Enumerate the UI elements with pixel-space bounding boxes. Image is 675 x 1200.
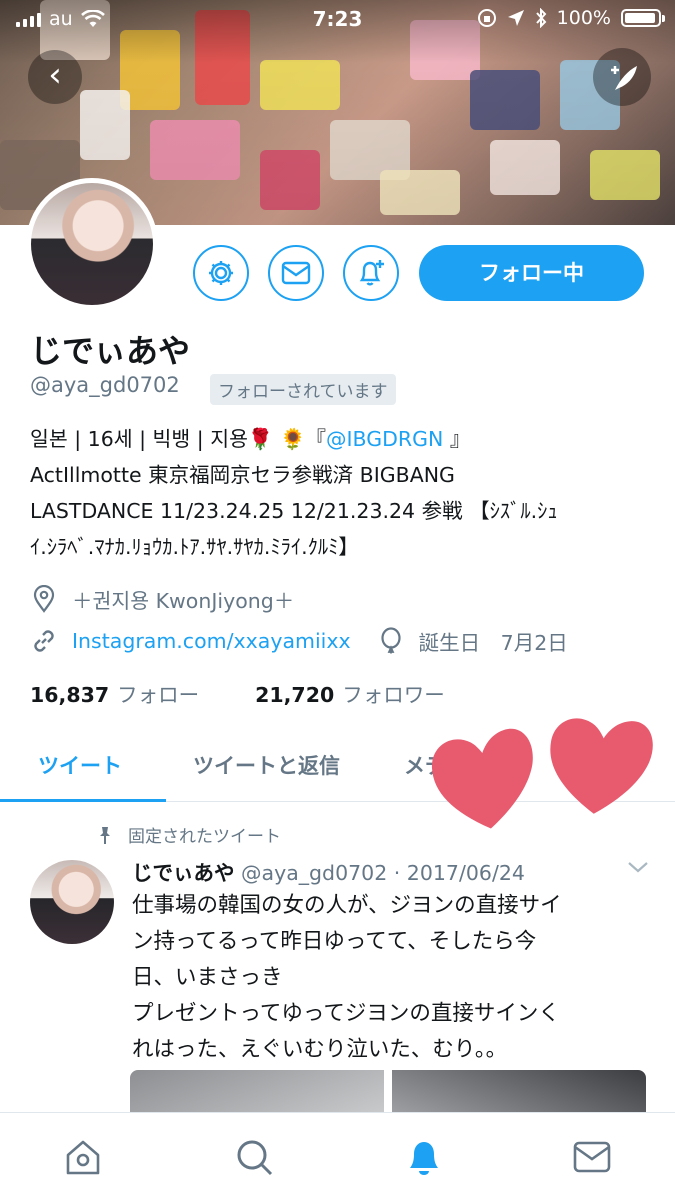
bio-line: LASTDANCE 11/23.24.25 12/21.23.24 参戦 【ｼｽ… (30, 499, 558, 523)
tweet-author-name[interactable]: じでぃあや (132, 861, 235, 885)
tweet-media-image[interactable] (130, 1070, 384, 1114)
bell-plus-icon (359, 260, 384, 286)
chevron-down-icon[interactable] (627, 860, 649, 874)
tab-tweets[interactable]: ツイート (38, 750, 122, 780)
follow-counts: 16,837 フォロー 21,720 フォロワー (30, 678, 445, 708)
bluetooth-icon (535, 8, 547, 28)
pinned-label: 固定されたツイート (96, 822, 281, 847)
status-bar: au 7:23 100% (0, 0, 675, 38)
heart-sticker (550, 718, 653, 814)
battery-icon (621, 9, 665, 27)
orientation-lock-icon (477, 9, 496, 27)
location-pin-icon (30, 585, 58, 613)
message-button[interactable] (268, 245, 324, 301)
home-icon (66, 1140, 100, 1175)
balloon-icon (377, 627, 405, 655)
tweet-author-avatar[interactable] (30, 860, 114, 944)
follows-you-badge: フォローされています (210, 374, 396, 405)
tweet-media-image[interactable] (392, 1070, 646, 1114)
location-row: ＋권지용 KwonJiyong＋ (30, 584, 294, 614)
tweet-line: ン持ってるって昨日ゆってて、そしたら今 (132, 929, 537, 954)
tweet-line: プレゼントってゆってジヨンの直接サインく (132, 1001, 560, 1026)
chevron-left-icon: ‹ (48, 55, 62, 95)
envelope-icon (281, 261, 311, 285)
tweet-line: れはった、えぐいむり泣いた、むり。。 (132, 1037, 508, 1062)
bio-text: 』 (443, 427, 471, 451)
bio-mention-link[interactable]: @IBGDRGN (326, 427, 443, 451)
following-count[interactable]: 16,837 フォロー (30, 678, 199, 708)
website-link[interactable]: Instagram.com/xxayamiixx (72, 629, 351, 653)
profile-name: じでぃあや (30, 332, 191, 370)
pin-icon (100, 826, 110, 844)
pinned-text: 固定されたツイート (128, 827, 281, 847)
bottom-navigation (0, 1112, 675, 1200)
following-number: 16,837 (30, 683, 110, 707)
profile-avatar[interactable] (26, 178, 158, 310)
profile-handle: @aya_gd0702 (30, 373, 180, 397)
following-button[interactable]: フォロー中 (419, 245, 644, 301)
nav-search[interactable] (232, 1135, 276, 1179)
tab-tweets-replies[interactable]: ツイートと返信 (193, 750, 340, 780)
feather-icon (611, 66, 637, 90)
followers-count[interactable]: 21,720 フォロワー (255, 678, 445, 708)
nav-messages[interactable] (570, 1135, 614, 1179)
followers-label: フォロワー (342, 683, 445, 707)
tweet-text: 仕事場の韓国の女の人が、ジヨンの直接サイ ン持ってるって昨日ゆってて、そしたら今… (132, 888, 642, 1068)
notify-button[interactable] (343, 245, 399, 301)
profile-bio: 일본 | 16세 | 빅뱅 | 지용🌹 🌻『@IBGDRGN 』 ActIllm… (30, 421, 655, 565)
tweet-line: 日、いまさっき (132, 965, 283, 990)
tweet-handle-date: @aya_gd0702 · 2017/06/24 (241, 861, 525, 885)
bio-text: 일본 | 16세 | 빅뱅 | 지용🌹 🌻『 (30, 427, 326, 451)
envelope-icon (573, 1141, 611, 1173)
gear-icon (209, 261, 233, 285)
compose-tweet-button[interactable] (593, 48, 651, 106)
location-text: ＋권지용 KwonJiyong＋ (72, 589, 295, 613)
bell-icon (410, 1142, 438, 1175)
tweet-line: 仕事場の韓国の女の人が、ジヨンの直接サイ (132, 893, 562, 918)
active-tab-indicator (0, 799, 166, 802)
link-birthday-row: Instagram.com/xxayamiixx 誕生日 7月2日 (30, 626, 568, 656)
search-icon (237, 1140, 273, 1176)
back-button[interactable]: ‹ (28, 50, 82, 104)
battery-percent: 100% (556, 7, 611, 29)
followers-number: 21,720 (255, 683, 335, 707)
tweet-header: じでぃあや @aya_gd0702 · 2017/06/24 (132, 856, 525, 886)
heart-sticker (431, 728, 533, 829)
nav-notifications[interactable] (402, 1135, 446, 1179)
following-label: フォロー (117, 683, 200, 707)
bio-line: 일본 | 16세 | 빅뱅 | 지용🌹 🌻『@IBGDRGN 』 (30, 421, 655, 457)
link-icon (30, 627, 58, 655)
bio-line: ｲ.ｼﾗﾍﾞ.ﾏﾅｶ.ﾘｮｳｶ.ﾄｱ.ｻﾔ.ｻﾔｶ.ﾐﾗｲ.ｸﾙﾐ】 (30, 535, 359, 559)
bio-line: ActIllmotte 東京福岡京セラ参戦済 BIGBANG (30, 463, 455, 487)
birthday-text: 誕生日 7月2日 (418, 631, 568, 655)
nav-home[interactable] (61, 1135, 105, 1179)
settings-button[interactable] (193, 245, 249, 301)
location-arrow-icon (507, 10, 524, 26)
